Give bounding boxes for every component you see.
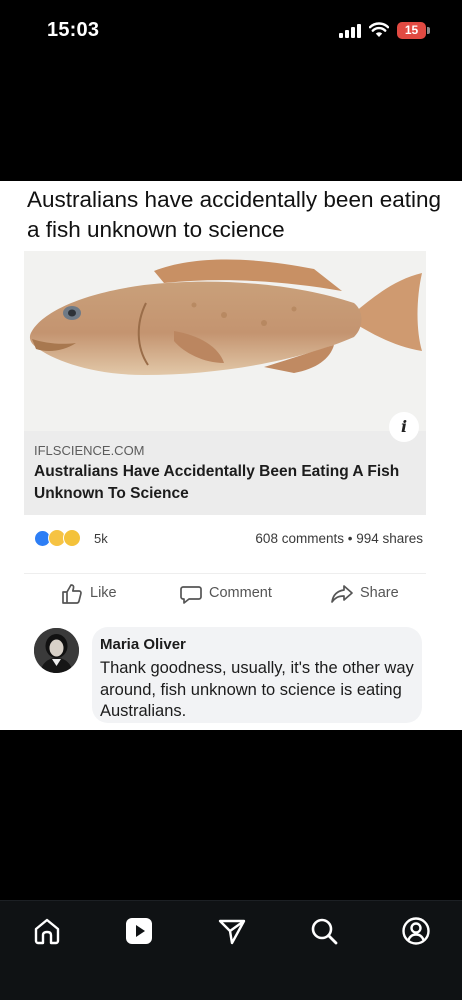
comment: Maria Oliver Thank goodness, usually, it… (24, 621, 426, 726)
link-preview: i IFLSCIENCE.COM Australians Have Accide… (24, 251, 426, 515)
comment-icon (180, 586, 202, 604)
link-headline[interactable]: Australians Have Accidentally Been Eatin… (34, 461, 419, 505)
avatar[interactable] (34, 628, 79, 673)
avatar-image (34, 628, 79, 673)
share-icon (331, 585, 353, 603)
signal-icon (339, 24, 361, 38)
share-label: Share (360, 585, 399, 601)
like-label: Like (90, 585, 117, 601)
comment-label: Comment (209, 585, 272, 601)
fish-illustration (29, 259, 422, 375)
action-bar: Like Comment Share (24, 573, 426, 613)
reaction-count: 5k (94, 531, 108, 546)
comment-bubble: Maria Oliver Thank goodness, usually, it… (92, 627, 422, 723)
bottom-nav (0, 900, 462, 1000)
reactions-row: 5k 608 comments • 994 shares (24, 526, 426, 552)
like-button[interactable]: Like (60, 582, 140, 606)
status-time: 15:03 (47, 19, 100, 41)
share-button[interactable]: Share (330, 582, 420, 606)
battery-level: 15 (404, 23, 419, 37)
comment-text: Thank goodness, usually, it's the other … (100, 659, 414, 720)
engagement-stats: 608 comments • 994 shares (255, 531, 423, 546)
wifi-icon (369, 22, 389, 37)
link-domain: IFLSCIENCE.COM (34, 443, 145, 458)
wow-reaction-icon (63, 529, 81, 547)
thumbs-up-icon (62, 584, 82, 604)
search-icon[interactable] (309, 916, 339, 946)
comment-author[interactable]: Maria Oliver (100, 636, 186, 653)
meme-title: Australians have accidentally been eatin… (27, 187, 442, 242)
post-image[interactable]: Australians have accidentally been eatin… (0, 181, 462, 730)
info-icon[interactable]: i (389, 412, 419, 442)
fish-photo (24, 251, 426, 431)
comment-button[interactable]: Comment (179, 582, 289, 606)
video-icon[interactable] (124, 916, 154, 946)
send-icon[interactable] (217, 916, 247, 946)
home-icon[interactable] (32, 916, 62, 946)
status-bar: 15:03 15 (0, 0, 462, 62)
profile-icon[interactable] (401, 916, 431, 946)
battery-icon: 15 (397, 22, 430, 39)
